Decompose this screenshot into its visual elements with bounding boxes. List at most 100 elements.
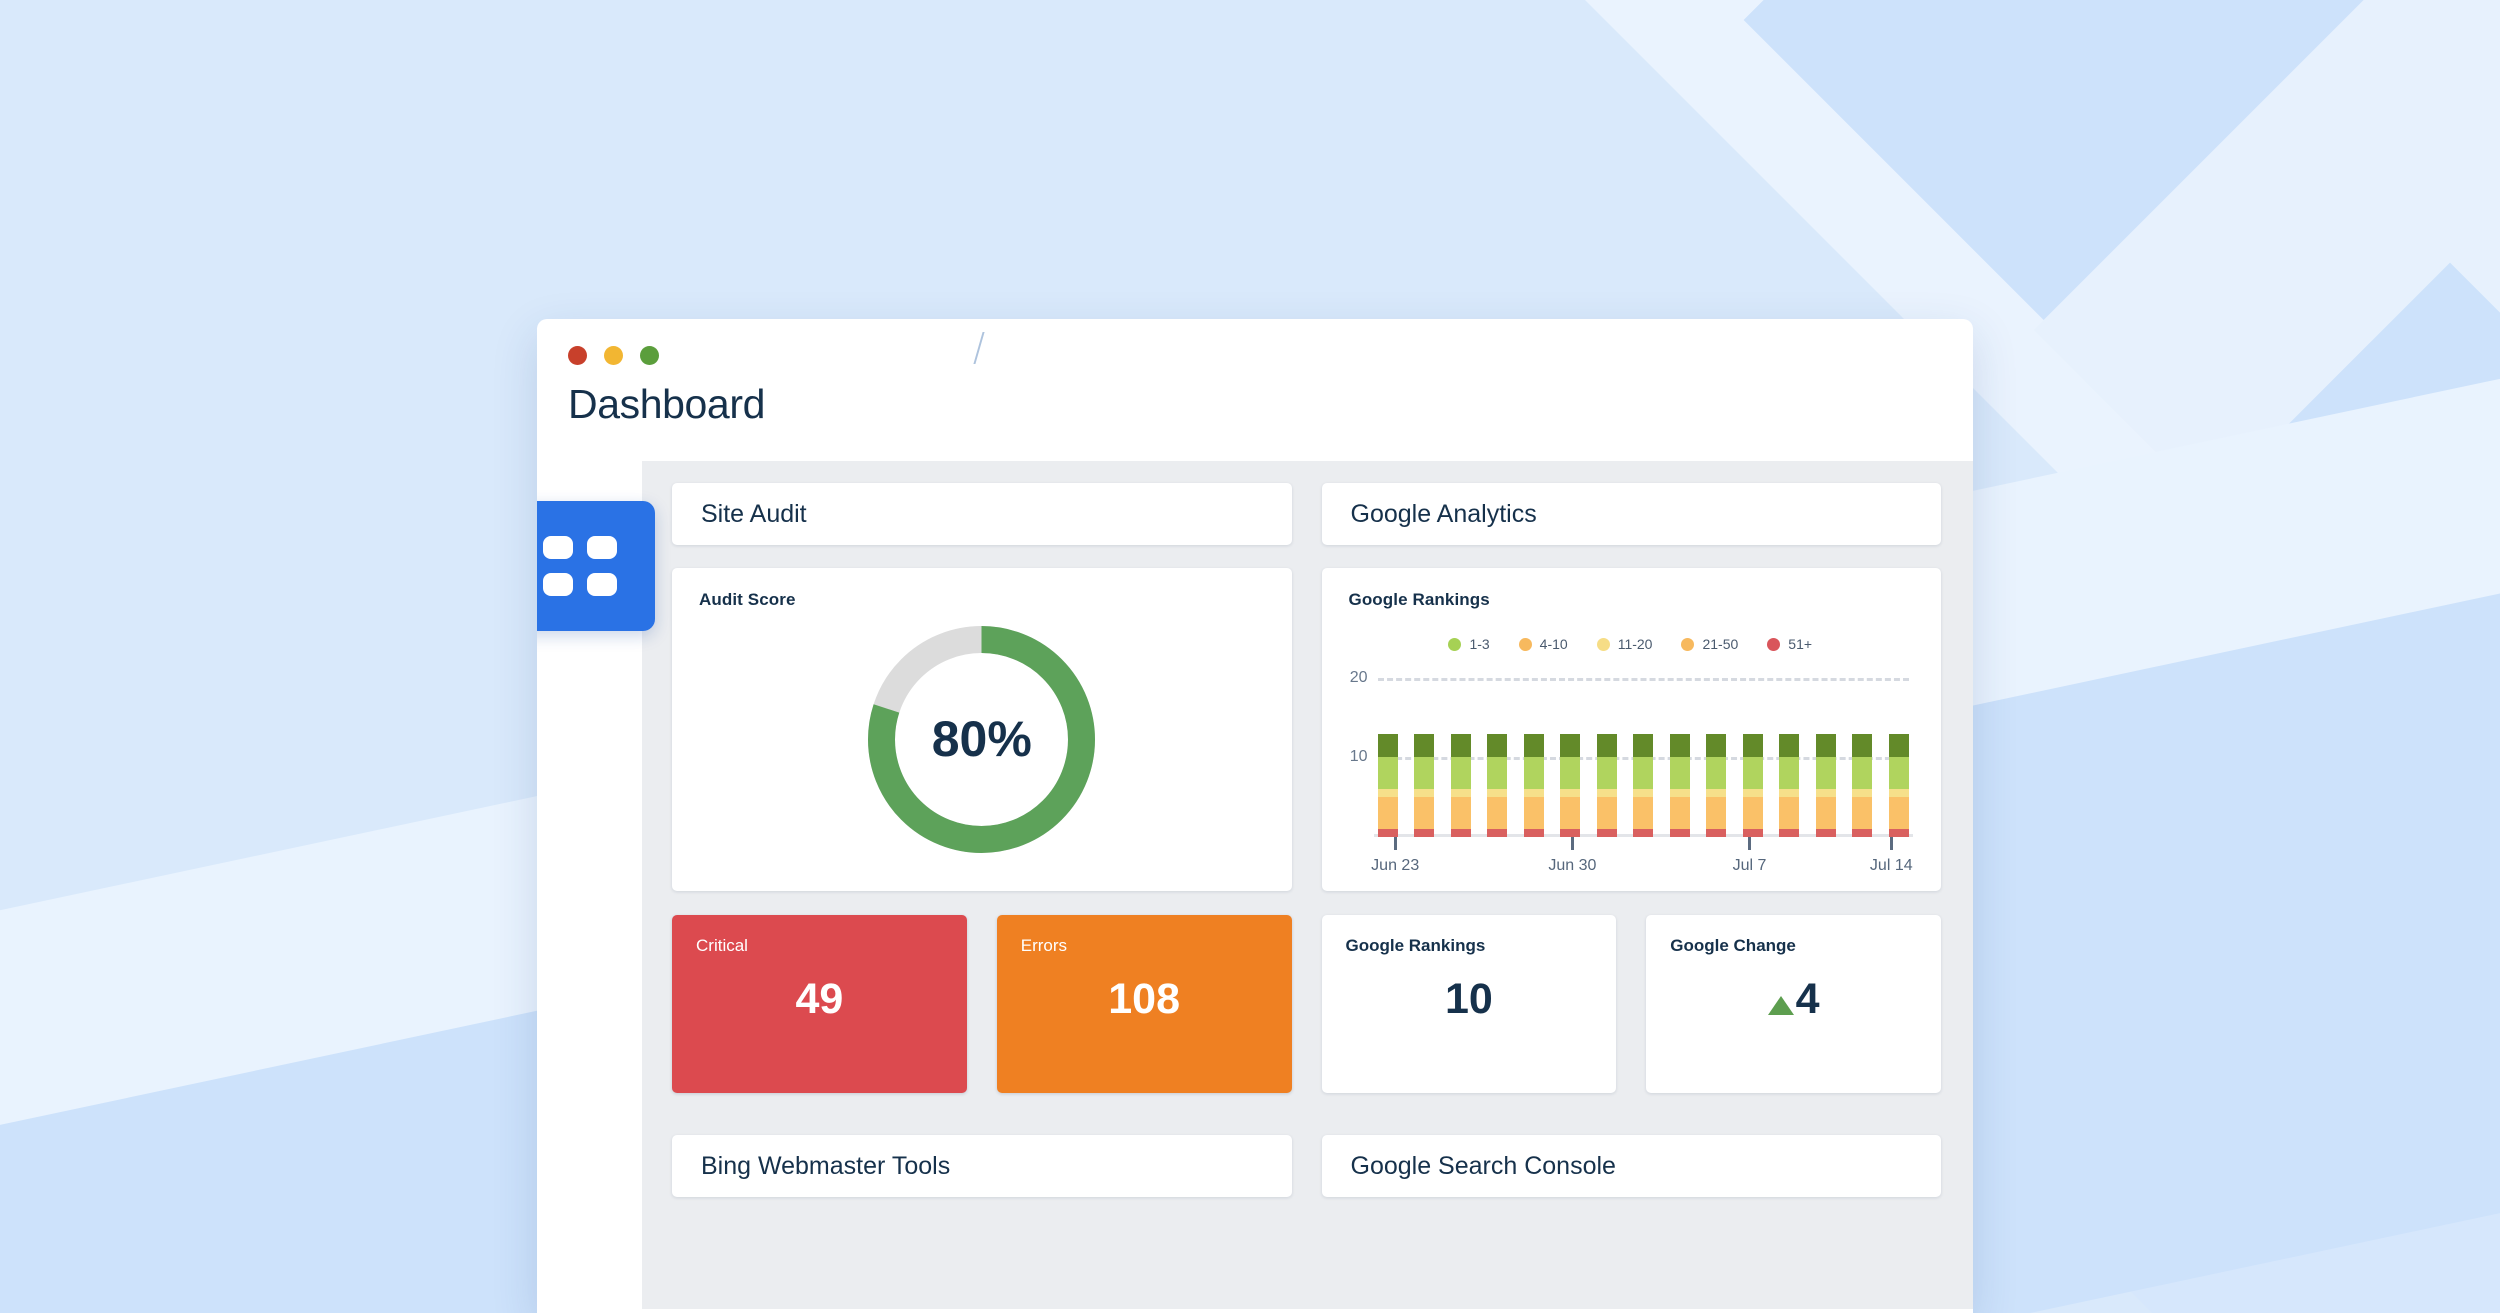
site-audit-title: Site Audit — [672, 483, 1292, 545]
bar-segment — [1852, 757, 1872, 789]
bar[interactable] — [1414, 734, 1434, 837]
x-axis-tick — [1748, 837, 1751, 850]
legend-item[interactable]: 4-10 — [1519, 636, 1568, 652]
minimize-window-button[interactable] — [604, 346, 623, 365]
bar[interactable] — [1633, 734, 1653, 837]
window-titlebar — [537, 319, 1973, 373]
kpi-card[interactable]: Google Rankings 10 — [1322, 915, 1617, 1093]
bar-segment — [1451, 829, 1471, 837]
kpi-card[interactable]: Errors108 — [997, 915, 1292, 1093]
legend-label: 21-50 — [1702, 636, 1738, 652]
google-rankings-chart-card: Google Rankings 1-34-1011-2021-5051+ 102… — [1322, 568, 1942, 891]
chart-x-labels: Jun 23Jun 30Jul 7Jul 14 — [1378, 857, 1910, 883]
google-analytics-panel-card[interactable]: Google Analytics — [1322, 483, 1942, 545]
bar[interactable] — [1852, 734, 1872, 837]
google-search-console-card[interactable]: Google Search Console — [1322, 1135, 1942, 1197]
close-window-button[interactable] — [568, 346, 587, 365]
grid-apps-icon[interactable] — [537, 501, 655, 631]
bar-segment — [1779, 734, 1799, 758]
bar-segment — [1378, 734, 1398, 758]
x-axis-tick — [1890, 837, 1893, 850]
kpi-number: 4 — [1796, 975, 1820, 1024]
bar-segment — [1378, 789, 1398, 797]
kpi-right-group: Google Rankings 10 Google Change 4 — [1322, 891, 1942, 1093]
kpi-card[interactable]: Critical49 — [672, 915, 967, 1093]
bar-segment — [1816, 757, 1836, 789]
legend-item[interactable]: 21-50 — [1681, 636, 1738, 652]
bar-segment — [1852, 797, 1872, 829]
grid-cell-1 — [543, 536, 573, 559]
maximize-window-button[interactable] — [640, 346, 659, 365]
kpi-number: 49 — [795, 975, 843, 1024]
bar[interactable] — [1779, 734, 1799, 837]
kpi-label: Google Change — [1646, 915, 1941, 956]
bar-segment — [1706, 734, 1726, 758]
bar-segment — [1487, 829, 1507, 837]
bar-segment — [1524, 789, 1544, 797]
bar-segment — [1451, 757, 1471, 789]
chart-plot: 1020 — [1378, 662, 1910, 837]
chart-area: 1-3 4-10 11-20 21-50 51+ 1020 Jun 23 Jun 30 Ju… — [1322, 610, 1942, 883]
bing-webmaster-tools-title: Bing Webmaster Tools — [672, 1135, 1292, 1197]
kpi-number: 10 — [1445, 975, 1493, 1024]
bar-segment — [1779, 829, 1799, 837]
bar-segment — [1560, 789, 1580, 797]
legend-item[interactable]: 51+ — [1767, 636, 1812, 652]
panel-body-row: Audit Score 80% — [672, 545, 1941, 891]
legend-swatch-icon — [1519, 638, 1532, 651]
y-axis-tick-label: 20 — [1350, 669, 1368, 687]
bar[interactable] — [1889, 734, 1909, 837]
bar-segment — [1743, 789, 1763, 797]
bar-segment — [1378, 757, 1398, 789]
kpi-right-cards: Google Rankings 10 Google Change 4 — [1322, 915, 1942, 1093]
bar-segment — [1816, 829, 1836, 837]
grid-cell-4 — [587, 573, 617, 596]
bar-segment — [1560, 757, 1580, 789]
bar[interactable] — [1560, 734, 1580, 837]
kpi-value: 49 — [672, 975, 967, 1024]
bar-segment — [1816, 789, 1836, 797]
bar[interactable] — [1451, 734, 1471, 837]
kpi-card[interactable]: Google Change 4 — [1646, 915, 1941, 1093]
bar[interactable] — [1670, 734, 1690, 837]
bar[interactable] — [1706, 734, 1726, 837]
bar-segment — [1889, 789, 1909, 797]
bar-segment — [1597, 797, 1617, 829]
site-audit-panel-card[interactable]: Site Audit — [672, 483, 1292, 545]
legend-swatch-icon — [1597, 638, 1610, 651]
legend-item[interactable]: 1-3 — [1448, 636, 1489, 652]
bing-webmaster-tools-card[interactable]: Bing Webmaster Tools — [672, 1135, 1292, 1197]
kpi-left-cards: Critical49Errors108 — [672, 915, 1292, 1093]
bar-segment — [1487, 734, 1507, 758]
kpi-label: Google Rankings — [1322, 915, 1617, 956]
x-axis-tick-label: Jun 30 — [1548, 857, 1596, 875]
traffic-light-controls[interactable] — [568, 346, 659, 365]
audit-score-column: Audit Score 80% — [672, 545, 1292, 891]
grid-cell-3 — [543, 573, 573, 596]
window-body: Site Audit Google Analytics Audit Score — [537, 461, 1973, 1309]
bar-segment — [1451, 797, 1471, 829]
x-axis-tick-label: Jun 23 — [1371, 857, 1419, 875]
bar[interactable] — [1816, 734, 1836, 837]
bar-segment — [1670, 757, 1690, 789]
bar[interactable] — [1487, 734, 1507, 837]
bar-segment — [1487, 789, 1507, 797]
bar-segment — [1414, 829, 1434, 837]
legend-item[interactable]: 11-20 — [1597, 636, 1653, 652]
bar[interactable] — [1524, 734, 1544, 837]
bar-segment — [1414, 734, 1434, 758]
google-search-console-title: Google Search Console — [1322, 1135, 1942, 1197]
chart-legend: 1-3 4-10 11-20 21-50 51+ — [1340, 624, 1922, 662]
bar-segment — [1633, 789, 1653, 797]
bar-segment — [1633, 829, 1653, 837]
bar[interactable] — [1378, 734, 1398, 837]
bar-segment — [1889, 829, 1909, 837]
bar-segment — [1560, 797, 1580, 829]
x-axis-tick-label: Jul 7 — [1733, 857, 1767, 875]
bar[interactable] — [1597, 734, 1617, 837]
bar-segment — [1743, 734, 1763, 758]
kpi-value: 4 — [1646, 975, 1941, 1024]
bar-segment — [1560, 734, 1580, 758]
bar[interactable] — [1743, 734, 1763, 837]
bar-segment — [1816, 734, 1836, 758]
